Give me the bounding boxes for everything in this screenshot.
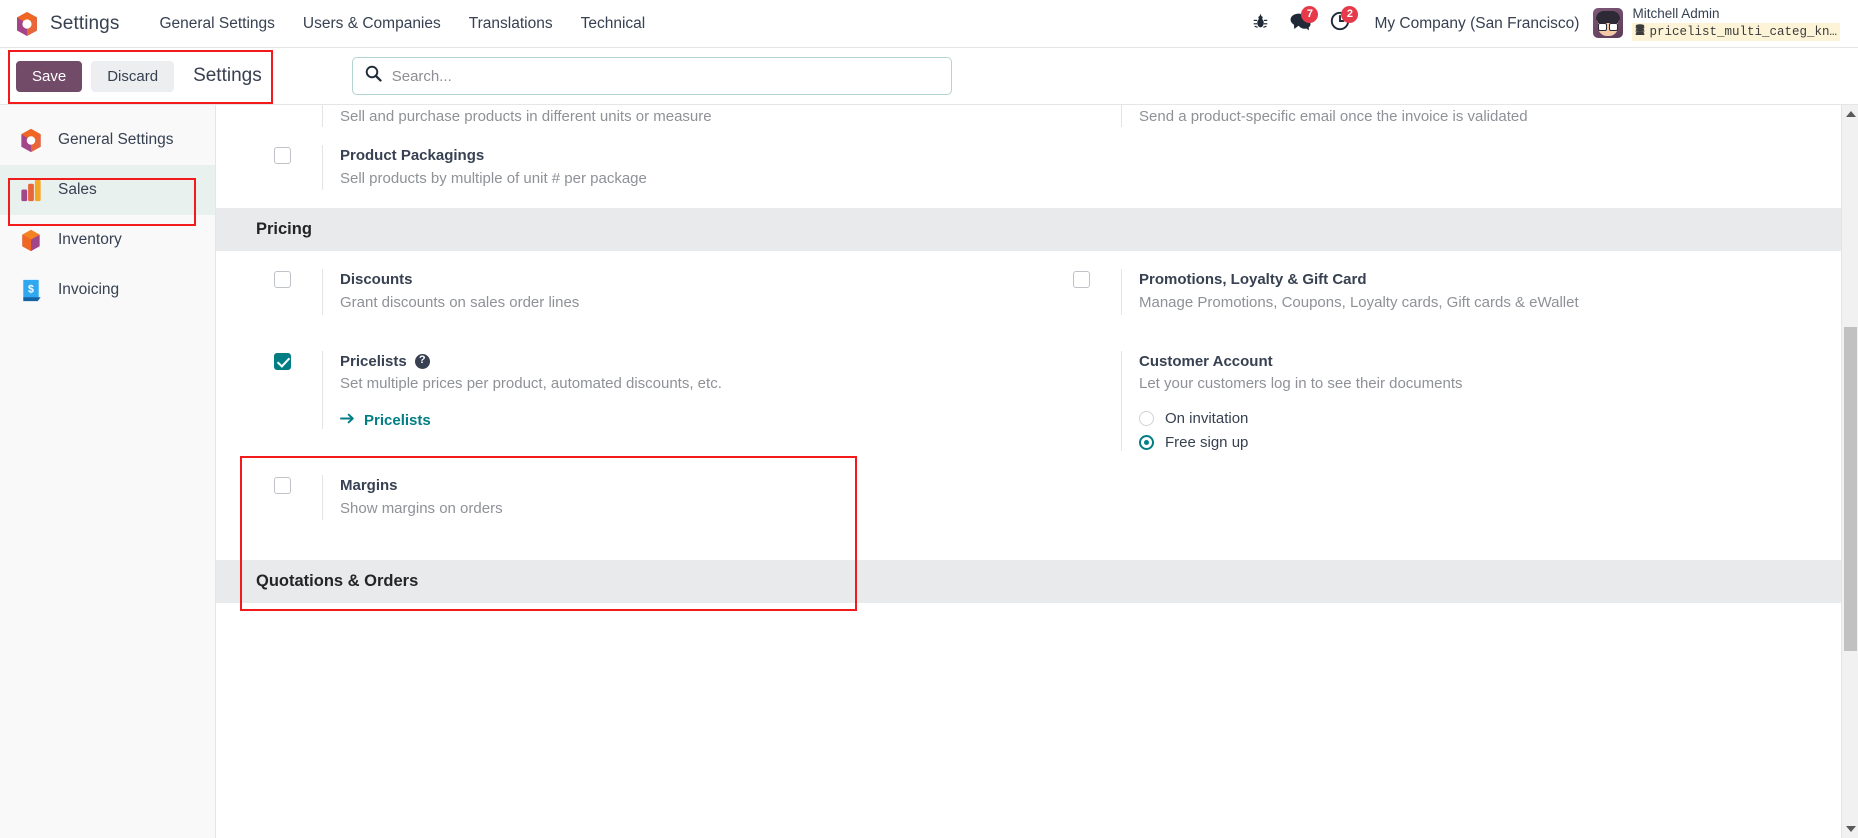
invoicing-app-icon: $ xyxy=(18,277,44,304)
product-packagings-desc: Sell products by multiple of unit # per … xyxy=(340,169,647,187)
control-panel: Save Discard Settings Search... xyxy=(0,48,1858,105)
inventory-app-icon xyxy=(18,227,44,254)
radio-on-invitation[interactable]: On invitation xyxy=(1139,410,1806,427)
setting-customer-account: Customer Account Let your customers log … xyxy=(1037,333,1836,457)
arrow-right-icon xyxy=(340,412,355,429)
nav-item-translations[interactable]: Translations xyxy=(455,0,567,47)
odoo-logo-icon xyxy=(14,10,40,38)
database-chip: pricelist_multi_categ_kn… xyxy=(1632,22,1840,41)
settings-sidebar: General Settings Sales Inventory $ Invoi… xyxy=(0,105,216,838)
sales-app-icon xyxy=(18,177,44,204)
sidebar-item-invoicing[interactable]: $ Invoicing xyxy=(0,265,215,315)
user-menu[interactable]: Mitchell Admin pricelist_multi_categ_kn… xyxy=(1593,6,1844,41)
search-icon xyxy=(365,65,382,87)
sidebar-item-label: Sales xyxy=(58,181,97,198)
pricelists-title: Pricelists ? xyxy=(340,351,1007,373)
search-bar[interactable]: Search... xyxy=(351,57,952,95)
radio-free-sign-up[interactable]: Free sign up xyxy=(1139,434,1806,451)
sidebar-item-sales[interactable]: Sales xyxy=(0,165,215,215)
activities-menu[interactable]: 2 xyxy=(1320,0,1360,47)
scrollbar-thumb[interactable] xyxy=(1844,327,1857,651)
section-header-pricing: Pricing xyxy=(216,208,1858,252)
settings-row-margins: Margins Show margins on orders xyxy=(216,457,1858,538)
messages-count-badge: 7 xyxy=(1301,6,1319,23)
sidebar-item-label: Invoicing xyxy=(58,281,120,298)
search-input[interactable]: Search... xyxy=(392,68,452,85)
sidebar-item-inventory[interactable]: Inventory xyxy=(0,215,215,265)
sidebar-item-label: General Settings xyxy=(58,131,174,148)
section-header-quotations-orders: Quotations & Orders xyxy=(216,560,1858,603)
nav-item-general-settings[interactable]: General Settings xyxy=(145,0,288,47)
top-navbar: Settings General Settings Users & Compan… xyxy=(0,0,1858,48)
brand-home-link[interactable]: Settings xyxy=(10,0,127,47)
vertical-scrollbar[interactable] xyxy=(1841,105,1858,838)
messages-menu[interactable]: 7 xyxy=(1280,0,1320,47)
svg-text:$: $ xyxy=(28,283,34,295)
discounts-title: Discounts xyxy=(340,271,413,289)
pricelists-link-label: Pricelists xyxy=(364,411,431,429)
avatar xyxy=(1593,8,1624,39)
sidebar-item-general-settings[interactable]: General Settings xyxy=(0,115,215,165)
general-settings-app-icon xyxy=(18,127,44,154)
debug-bug-menu[interactable] xyxy=(1240,0,1280,47)
help-question-icon[interactable]: ? xyxy=(414,353,430,369)
navbar-menu: General Settings Users & Companies Trans… xyxy=(145,0,659,47)
sidebar-item-label: Inventory xyxy=(58,231,122,248)
user-name: Mitchell Admin xyxy=(1632,6,1720,22)
promotions-title: Promotions, Loyalty & Gift Card xyxy=(1139,271,1367,289)
app-body: General Settings Sales Inventory $ Invoi… xyxy=(0,105,1858,838)
bug-icon xyxy=(1252,13,1269,35)
page-title: Settings xyxy=(193,65,262,86)
brand-title: Settings xyxy=(50,12,120,34)
settings-row-discounts-promotions: Discounts Grant discounts on sales order… xyxy=(216,251,1858,332)
scroll-up-arrow-icon[interactable] xyxy=(1846,111,1856,117)
setting-discounts: Discounts Grant discounts on sales order… xyxy=(238,251,1037,332)
clipped-settings-row: Sell and purchase products in different … xyxy=(216,105,1858,127)
database-icon xyxy=(1635,23,1645,40)
customer-account-desc: Let your customers log in to see their d… xyxy=(1139,375,1463,393)
margins-title: Margins xyxy=(340,476,398,494)
radio-free-sign-up-circle[interactable] xyxy=(1139,434,1154,450)
database-name: pricelist_multi_categ_kn… xyxy=(1649,24,1837,39)
settings-row-product-packagings: Product Packagings Sell products by mult… xyxy=(216,127,1858,208)
radio-free-sign-up-label: Free sign up xyxy=(1165,433,1249,451)
nav-item-technical[interactable]: Technical xyxy=(567,0,660,47)
clipped-left-desc: Sell and purchase products in different … xyxy=(340,108,712,125)
setting-margins: Margins Show margins on orders xyxy=(238,457,1037,538)
pricelists-desc: Set multiple prices per product, automat… xyxy=(340,375,722,393)
nav-item-users-companies[interactable]: Users & Companies xyxy=(289,0,455,47)
promotions-desc: Manage Promotions, Coupons, Loyalty card… xyxy=(1139,294,1579,311)
scroll-down-arrow-icon[interactable] xyxy=(1846,826,1856,832)
margins-desc: Show margins on orders xyxy=(340,499,503,517)
settings-content: Sell and purchase products in different … xyxy=(216,105,1858,838)
company-switcher[interactable]: My Company (San Francisco) xyxy=(1360,15,1593,33)
clipped-right-desc: Send a product-specific email once the i… xyxy=(1139,108,1528,125)
promotions-checkbox[interactable] xyxy=(1073,271,1090,289)
product-packagings-title: Product Packagings xyxy=(340,147,485,164)
discounts-desc: Grant discounts on sales order lines xyxy=(340,294,580,311)
product-packagings-checkbox[interactable] xyxy=(274,147,291,164)
customer-account-title: Customer Account xyxy=(1139,352,1273,370)
pricelists-title-label: Pricelists xyxy=(340,352,407,370)
settings-row-pricelists-customer-account: Pricelists ? Set multiple prices per pro… xyxy=(216,333,1858,457)
activities-count-badge: 2 xyxy=(1341,6,1359,23)
discard-button[interactable]: Discard xyxy=(91,60,175,92)
margins-checkbox[interactable] xyxy=(274,476,291,494)
radio-on-invitation-label: On invitation xyxy=(1165,409,1249,427)
pricelists-internal-link[interactable]: Pricelists xyxy=(340,412,1007,429)
radio-on-invitation-circle[interactable] xyxy=(1139,410,1154,426)
discounts-checkbox[interactable] xyxy=(274,271,291,289)
setting-pricelists: Pricelists ? Set multiple prices per pro… xyxy=(238,333,1037,457)
save-button[interactable]: Save xyxy=(16,60,83,92)
setting-product-packagings: Product Packagings Sell products by mult… xyxy=(238,127,1037,208)
navbar-right-tools: 7 2 My Company (San Francisco) Mitchell … xyxy=(1240,0,1844,47)
setting-promotions: Promotions, Loyalty & Gift Card Manage P… xyxy=(1037,251,1836,332)
record-buttons: Save Discard Settings xyxy=(16,60,262,92)
pricelists-checkbox[interactable] xyxy=(274,352,291,370)
